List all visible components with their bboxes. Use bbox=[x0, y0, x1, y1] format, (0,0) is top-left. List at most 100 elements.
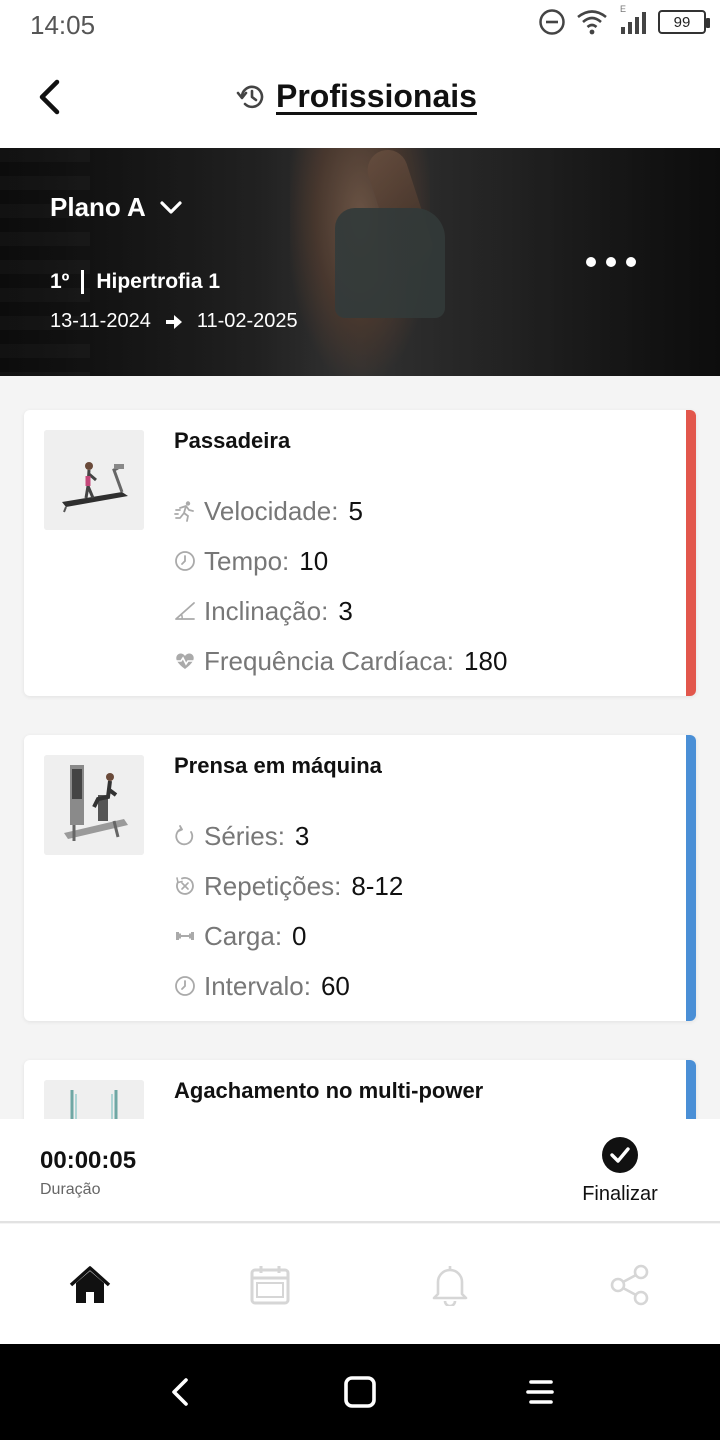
system-recents-button[interactable] bbox=[515, 1370, 565, 1414]
home-icon bbox=[69, 1266, 111, 1303]
runner-icon bbox=[174, 500, 196, 522]
check-circle-icon bbox=[602, 1137, 638, 1173]
stat-value: 60 bbox=[320, 970, 350, 1001]
treadmill-image bbox=[44, 430, 144, 530]
divider bbox=[81, 270, 85, 294]
exercise-stats: Velocidade: 5 Tempo: 10 Inclinação: 3 Fr… bbox=[174, 486, 507, 686]
exercise-accent-bar bbox=[686, 735, 696, 1021]
dumbbell-icon bbox=[174, 925, 196, 947]
wifi-icon bbox=[577, 10, 607, 35]
stat-value: 5 bbox=[348, 495, 363, 526]
exercise-card-passadeira[interactable]: Passadeira Velocidade: 5 Tempo: 10 Incli… bbox=[24, 410, 696, 696]
page-title: Profissionais bbox=[276, 78, 477, 114]
tab-home[interactable] bbox=[60, 1260, 120, 1310]
chevron-down-icon bbox=[160, 200, 182, 214]
exercise-name: Passadeira bbox=[174, 428, 291, 453]
stat-value: 10 bbox=[299, 545, 329, 576]
exercise-card-agachamento[interactable]: Agachamento no multi-power bbox=[24, 1060, 696, 1120]
exercise-accent-bar bbox=[686, 1060, 696, 1120]
plan-start-date: 13-11-2024 bbox=[50, 310, 151, 332]
stat-row: Inclinação: 3 bbox=[174, 586, 507, 636]
status-time: 14:05 bbox=[30, 10, 96, 40]
finish-button[interactable]: Finalizar bbox=[572, 1137, 668, 1213]
incline-icon bbox=[174, 600, 196, 622]
stat-label: Inclinação: bbox=[204, 595, 329, 626]
stat-value: 8-12 bbox=[351, 870, 404, 901]
exercise-list[interactable]: Passadeira Velocidade: 5 Tempo: 10 Incli… bbox=[0, 376, 720, 1120]
do-not-disturb-icon bbox=[539, 9, 565, 35]
system-home-button[interactable] bbox=[335, 1370, 385, 1414]
stat-row: Velocidade: 5 bbox=[174, 486, 507, 536]
plan-program-line: 1º Hipertrofia 1 bbox=[50, 270, 220, 294]
tab-calendar[interactable] bbox=[240, 1260, 300, 1310]
battery-indicator: 99 bbox=[658, 10, 710, 34]
arrow-right-icon bbox=[165, 314, 182, 329]
smith-machine-image bbox=[44, 1080, 144, 1120]
heart-rate-icon bbox=[174, 650, 196, 672]
calendar-icon bbox=[250, 1266, 290, 1305]
stat-value: 3 bbox=[338, 595, 353, 626]
stat-row: Séries: 3 bbox=[174, 811, 403, 861]
bell-icon bbox=[432, 1266, 468, 1306]
exercise-accent-bar bbox=[686, 410, 696, 696]
system-back-button[interactable] bbox=[155, 1370, 205, 1414]
history-icon bbox=[236, 85, 264, 108]
more-dot-icon bbox=[606, 257, 616, 267]
square-icon bbox=[344, 1376, 376, 1408]
exercise-name: Prensa em máquina bbox=[174, 753, 382, 778]
series-icon bbox=[174, 825, 196, 847]
session-duration: 00:00:05 bbox=[40, 1147, 137, 1174]
stat-label: Repetições: bbox=[204, 870, 342, 901]
more-options-button[interactable] bbox=[586, 252, 636, 272]
share-icon bbox=[610, 1264, 649, 1306]
more-dot-icon bbox=[586, 257, 596, 267]
tab-notifications[interactable] bbox=[420, 1260, 480, 1310]
more-dot-icon bbox=[626, 257, 636, 267]
plan-end-date: 11-02-2025 bbox=[196, 310, 298, 332]
finish-label: Finalizar bbox=[582, 1183, 658, 1205]
stat-label: Tempo: bbox=[204, 545, 290, 576]
plan-order: 1º bbox=[50, 270, 70, 293]
tab-share[interactable] bbox=[600, 1260, 660, 1310]
session-bar: 00:00:05 Duração Finalizar bbox=[0, 1119, 720, 1223]
back-triangle-icon bbox=[172, 1378, 188, 1406]
stat-row: Carga: 0 bbox=[174, 911, 403, 961]
exercise-thumbnail bbox=[44, 1080, 144, 1120]
plan-selector[interactable]: Plano A bbox=[50, 192, 182, 223]
stat-value: 0 bbox=[292, 920, 307, 951]
exercise-thumbnail bbox=[44, 430, 144, 530]
plan-name: Plano A bbox=[50, 192, 146, 222]
plan-banner: Plano A 1º Hipertrofia 1 13-11-2024 11-0… bbox=[0, 148, 720, 376]
cell-signal-icon: E bbox=[618, 4, 648, 36]
stat-row: Intervalo: 60 bbox=[174, 961, 403, 1011]
stat-row: Repetições: 8-12 bbox=[174, 861, 403, 911]
plan-program: Hipertrofia 1 bbox=[96, 270, 221, 293]
exercise-name: Agachamento no multi-power bbox=[174, 1078, 484, 1103]
stat-value: 3 bbox=[294, 820, 310, 851]
exercise-thumbnail bbox=[44, 755, 144, 855]
leg-press-machine-image bbox=[44, 755, 144, 855]
app-header: Profissionais bbox=[0, 50, 720, 148]
stat-value: 180 bbox=[464, 645, 508, 676]
clock-icon bbox=[174, 550, 196, 572]
back-button[interactable] bbox=[26, 72, 72, 122]
stat-label: Séries: bbox=[204, 820, 285, 851]
exercise-stats: Séries: 3 Repetições: 8-12 Carga: 0 Inte… bbox=[174, 811, 403, 1011]
chevron-left-icon bbox=[39, 79, 60, 115]
stat-label: Velocidade: bbox=[204, 495, 339, 526]
stat-label: Frequência Cardíaca: bbox=[204, 645, 455, 676]
stat-label: Intervalo: bbox=[204, 970, 311, 1001]
menu-lines-icon bbox=[526, 1380, 554, 1404]
session-duration-label: Duração bbox=[40, 1181, 101, 1198]
stat-label: Carga: bbox=[204, 920, 283, 951]
system-navigation-bar bbox=[0, 1344, 720, 1440]
bottom-tab-bar bbox=[0, 1224, 720, 1344]
stat-row: Frequência Cardíaca: 180 bbox=[174, 636, 507, 686]
clock-icon bbox=[174, 975, 196, 997]
title-group: Profissionais bbox=[236, 78, 477, 115]
stat-row: Tempo: 10 bbox=[174, 536, 507, 586]
status-bar: 14:05 E 99 bbox=[0, 0, 720, 50]
repeat-icon bbox=[174, 875, 196, 897]
status-icons: E 99 bbox=[538, 4, 710, 36]
exercise-card-prensa[interactable]: Prensa em máquina Séries: 3 Repetições: … bbox=[24, 735, 696, 1021]
